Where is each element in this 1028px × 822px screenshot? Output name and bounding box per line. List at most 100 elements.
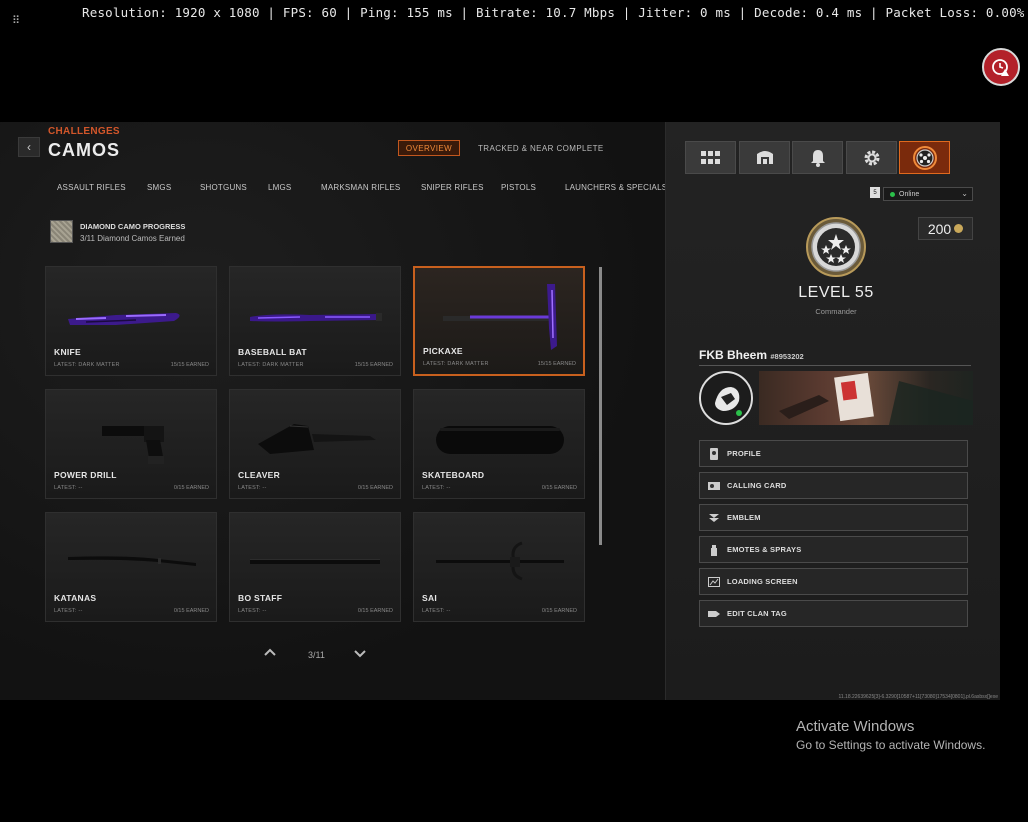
grid-icon (700, 150, 720, 164)
game-window: ‹ CHALLENGES CAMOS OVERVIEW TRACKED & NE… (0, 122, 1000, 700)
activate-windows-subtitle: Go to Settings to activate Windows. (796, 738, 986, 752)
category-marksman-rifles[interactable]: MARKSMAN RIFLES (321, 183, 400, 192)
weapon-latest-camo: LATEST: -- (422, 485, 451, 491)
emblem-menu-icon (708, 512, 720, 524)
weapon-earned: 15/15 EARNED (170, 362, 209, 368)
bo-staff-image (250, 559, 380, 564)
menu-label: PROFILE (727, 449, 761, 458)
weapon-card-bo-staff[interactable]: BO STAFF LATEST: -- 0/15 EARNED (229, 512, 401, 622)
drag-handle-icon[interactable]: ⠿ (12, 16, 20, 27)
player-rank-icon (912, 145, 937, 170)
category-smgs[interactable]: SMGS (147, 183, 171, 192)
player-gamertag: FKB Bheem (699, 348, 768, 362)
sai-image (436, 541, 564, 581)
weapon-earned: 0/15 EARNED (173, 608, 209, 614)
category-lmgs[interactable]: LMGS (268, 183, 291, 192)
tab-overview[interactable]: OVERVIEW (398, 140, 460, 156)
calling-card-art (779, 372, 973, 425)
stream-stats-overlay: Resolution: 1920 x 1080 | FPS: 60 | Ping… (82, 5, 1025, 20)
record-icon (992, 59, 1009, 76)
weapon-card-katanas[interactable]: KATANAS LATEST: -- 0/15 EARNED (45, 512, 217, 622)
menu-label: EMOTES & SPRAYS (727, 545, 802, 554)
katana-image (68, 556, 196, 566)
menu-label: LOADING SCREEN (727, 577, 798, 586)
knife-image (68, 313, 180, 325)
tab-grid[interactable] (685, 141, 736, 174)
menu-emotes-sprays[interactable]: EMOTES & SPRAYS (699, 536, 968, 563)
profile-icon (708, 447, 720, 460)
diamond-progress-title: DIAMOND CAMO PROGRESS (80, 222, 186, 231)
online-status-dropdown[interactable]: Online ⌄ (883, 187, 973, 201)
weapon-name: KNIFE (54, 347, 81, 357)
menu-label: CALLING CARD (727, 481, 787, 490)
weapon-name: SAI (422, 593, 438, 603)
page-up-button[interactable] (264, 648, 276, 658)
weapon-latest-camo: LATEST: -- (54, 608, 83, 614)
category-sniper-rifles[interactable]: SNIPER RIFLES (421, 183, 484, 192)
weapon-latest-camo: LATEST: DARK MATTER (238, 362, 304, 368)
weapon-card-power-drill[interactable]: POWER DRILL LATEST: -- 0/15 EARNED (45, 389, 217, 499)
page-title: CAMOS (48, 140, 120, 160)
record-button[interactable] (982, 48, 1020, 86)
online-status-label: Online (899, 190, 920, 198)
weapon-earned: 0/15 EARNED (357, 485, 393, 491)
player-emblem[interactable] (699, 371, 753, 425)
weapon-latest-camo: LATEST: -- (238, 608, 267, 614)
weapon-card-cleaver[interactable]: CLEAVER LATEST: -- 0/15 EARNED (229, 389, 401, 499)
status-badge: 5 (870, 187, 880, 198)
cod-points-value: 200 (927, 220, 952, 237)
player-id-tag: #8953202 (770, 352, 804, 361)
menu-calling-card[interactable]: CALLING CARD (699, 472, 968, 499)
menu-profile[interactable]: PROFILE (699, 440, 968, 467)
menu-emblem[interactable]: EMBLEM (699, 504, 968, 531)
skateboard-image (436, 426, 564, 454)
weapon-card-knife[interactable]: KNIFE LATEST: DARK MATTER 15/15 EARNED (45, 266, 217, 376)
online-dot-icon (890, 191, 895, 197)
menu-loading-screen[interactable]: LOADING SCREEN (699, 568, 968, 595)
power-drill-image (102, 426, 164, 464)
baseball-bat-image (250, 313, 382, 322)
category-shotguns[interactable]: SHOTGUNS (200, 183, 247, 192)
category-pistols[interactable]: PISTOLS (501, 183, 536, 192)
menu-label: EDIT CLAN TAG (727, 609, 787, 618)
tab-social[interactable] (739, 141, 790, 174)
weapon-earned: 0/15 EARNED (173, 485, 209, 491)
camos-panel: ‹ CHALLENGES CAMOS OVERVIEW TRACKED & NE… (0, 122, 667, 700)
menu-edit-clan-tag[interactable]: EDIT CLAN TAG (699, 600, 968, 627)
rank-title: Commander (815, 307, 857, 316)
build-version: 11.18.22639625[3]-6.3290[10587+11[73080]… (838, 694, 998, 700)
weapon-latest-camo: LATEST: DARK MATTER (423, 361, 489, 367)
weapon-card-baseball-bat[interactable]: BASEBALL BAT LATEST: DARK MATTER 15/15 E… (229, 266, 401, 376)
chevron-down-icon (354, 650, 366, 658)
chevron-up-icon (264, 648, 276, 656)
cod-points-display[interactable]: 200 (918, 217, 973, 240)
category-launchers-specials[interactable]: LAUNCHERS & SPECIALS (565, 183, 667, 192)
weapon-latest-camo: LATEST: DARK MATTER (54, 362, 120, 368)
weapon-card-skateboard[interactable]: SKATEBOARD LATEST: -- 0/15 EARNED (413, 389, 585, 499)
weapon-latest-camo: LATEST: -- (54, 485, 83, 491)
breadcrumb[interactable]: CHALLENGES (48, 126, 120, 137)
tab-settings[interactable] (846, 141, 897, 174)
weapon-card-pickaxe[interactable]: PICKAXE LATEST: DARK MATTER 15/15 EARNED (413, 266, 585, 376)
weapon-category-tabs: ASSAULT RIFLES SMGS SHOTGUNS LMGS MARKSM… (57, 183, 667, 195)
calling-card-image[interactable] (759, 371, 973, 425)
calling-card-icon (708, 480, 720, 492)
category-assault-rifles[interactable]: ASSAULT RIFLES (57, 183, 126, 192)
weapon-earned: 0/15 EARNED (541, 485, 577, 491)
diamond-camo-thumbnail (50, 220, 73, 243)
tab-notifications[interactable] (792, 141, 843, 174)
back-button[interactable]: ‹ (18, 137, 40, 157)
cod-points-icon (954, 224, 964, 233)
page-down-button[interactable] (354, 650, 366, 660)
weapon-name: CLEAVER (238, 470, 281, 480)
gear-icon (864, 150, 879, 165)
tab-profile[interactable] (899, 141, 950, 174)
pickaxe-image (443, 284, 557, 350)
grid-scrollbar[interactable] (599, 267, 602, 545)
tab-tracked-near-complete[interactable]: TRACKED & NEAR COMPLETE (478, 144, 604, 153)
weapon-card-sai[interactable]: SAI LATEST: -- 0/15 EARNED (413, 512, 585, 622)
social-icon (756, 150, 773, 164)
weapon-name: BO STAFF (238, 593, 283, 603)
rank-insignia-icon (806, 217, 866, 277)
player-name: FKB Bheem #8953202 (699, 348, 804, 362)
